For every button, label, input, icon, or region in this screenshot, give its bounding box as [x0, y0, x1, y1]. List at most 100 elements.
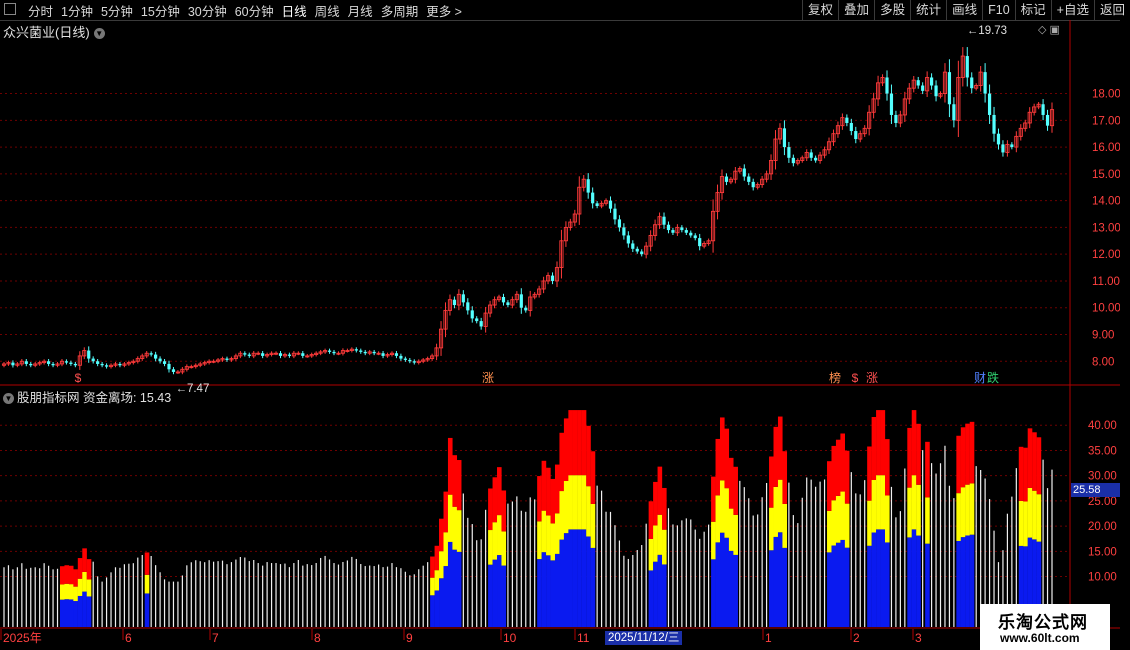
title-dropdown-icon[interactable]: ▼ [93, 28, 105, 40]
price-tick-label: 11.00 [1092, 276, 1120, 288]
fund-bar-blue [840, 539, 845, 627]
fund-bar-red [844, 450, 850, 504]
sub-chart-title: ▼ 股朋指标网 资金离场: 15.43 [3, 387, 171, 406]
fund-bar-yellow [577, 475, 582, 530]
fund-bar-yellow [77, 578, 83, 596]
fund-bar-blue [969, 534, 975, 627]
event-marker: $ [75, 371, 82, 385]
candle-body [100, 363, 104, 366]
fund-bar-yellow [492, 522, 498, 560]
chart-corner-icons[interactable]: ◇ ▣ [1038, 23, 1060, 36]
fund-bar-blue [456, 551, 462, 627]
fund-bar-yellow [733, 514, 738, 555]
fund-bar-red [559, 432, 565, 492]
fund-bar-red [73, 569, 78, 587]
fund-bar-yellow [956, 493, 961, 541]
candle-body [952, 104, 956, 121]
fund-bar-red [840, 433, 845, 492]
candle-body [987, 93, 992, 115]
fund-bar-red [728, 457, 734, 509]
candle-body [359, 350, 363, 352]
fund-bar-red [969, 421, 975, 484]
price-tick-label: 12.00 [1092, 249, 1121, 261]
fund-bar-red [1023, 447, 1028, 502]
candle-body [934, 85, 938, 97]
event-marker: 榜 [829, 370, 841, 385]
fund-bar-blue [443, 566, 449, 627]
fund-bar-yellow [835, 495, 841, 543]
fund-bar-blue [719, 532, 725, 627]
candle-body [69, 362, 73, 364]
fund-bar-red [456, 460, 462, 511]
fund-bar-blue [662, 564, 667, 627]
fund-bar-red [1018, 446, 1024, 501]
fund-bar-red [501, 490, 507, 532]
fund-bar-yellow [969, 483, 975, 535]
candle-body [680, 227, 684, 231]
fund-bar-yellow [777, 479, 783, 533]
candle-body [983, 72, 987, 94]
candle-body [622, 227, 626, 236]
candle-body [24, 361, 28, 364]
candle-body [845, 117, 849, 123]
fund-bar-blue [965, 535, 970, 627]
candle-body [965, 56, 969, 78]
fund-bar-red [827, 461, 832, 511]
fund-bar-yellow [911, 475, 917, 530]
fund-bar-yellow [876, 475, 881, 530]
fund-bar-yellow [581, 475, 587, 530]
fund-bar-yellow [439, 551, 444, 579]
fund-bar-red [1036, 437, 1042, 495]
fund-bar-red [554, 464, 560, 514]
date-label: 10 [503, 631, 517, 645]
candle-body [519, 294, 523, 308]
indicator-tick-label: 25.00 [1088, 496, 1117, 508]
stock-title-text: 众兴菌业(日线) [3, 25, 90, 40]
fund-bar-red [653, 481, 658, 526]
fund-bar-blue [657, 554, 663, 627]
fund-bar-yellow [541, 510, 547, 553]
candle-body [479, 321, 483, 327]
fund-bar-blue [572, 529, 578, 627]
indicator-dropdown-icon[interactable]: ▼ [3, 393, 14, 405]
fund-bar-yellow [831, 500, 837, 546]
fund-bar-red [590, 451, 596, 504]
fund-bar-red [916, 423, 921, 485]
fund-bar-red [884, 439, 890, 496]
date-label: 1 [765, 631, 772, 645]
fund-bar-blue [773, 536, 779, 627]
date-label: 8 [314, 631, 321, 645]
fund-bar-blue [884, 542, 890, 627]
candle-body [332, 351, 336, 354]
fund-bar-red [867, 446, 872, 501]
fund-bar-yellow [568, 475, 573, 530]
fund-bar-blue [586, 536, 591, 627]
fund-bar-blue [430, 595, 435, 627]
fund-bar-red [1027, 428, 1033, 488]
candle-body [970, 77, 974, 89]
candle-body [11, 362, 15, 366]
candle-body [693, 235, 697, 239]
candle-body [698, 238, 702, 247]
fund-bar-blue [559, 539, 565, 627]
fund-bar-yellow [1018, 500, 1024, 546]
fund-bar-red [871, 416, 877, 480]
date-label: 11 [577, 631, 590, 645]
fund-bar-blue [956, 540, 961, 627]
fund-bar-blue [715, 542, 721, 627]
candle-body [916, 80, 920, 86]
fund-bar-yellow [648, 539, 654, 571]
fund-bar-red [733, 466, 738, 515]
fund-bar-yellow [728, 508, 734, 551]
candle-body [814, 157, 818, 161]
fund-bar-red [443, 491, 449, 533]
fund-bar-red [724, 428, 730, 489]
fund-bar-blue [554, 553, 560, 627]
fund-bar-blue [648, 570, 654, 627]
chart-canvas[interactable]: 18.0017.0016.0015.0014.0013.0012.0011.00… [0, 0, 1130, 650]
candle-body [466, 302, 470, 311]
fund-bar-red [563, 418, 569, 481]
candle-body [46, 361, 51, 364]
candle-body [996, 133, 1001, 145]
candle-body [742, 168, 746, 177]
